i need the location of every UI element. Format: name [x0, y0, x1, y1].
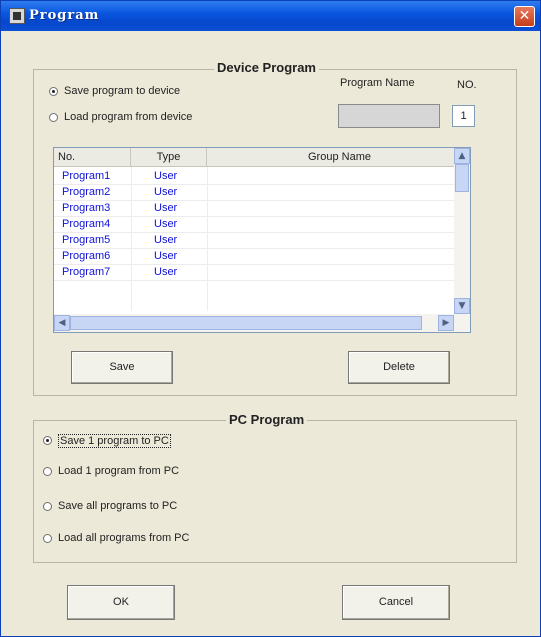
scroll-right-icon[interactable]: ▶: [438, 315, 454, 331]
program-dialog: Program ✕ Device Program Save program to…: [0, 0, 541, 637]
vertical-scroll-thumb[interactable]: [455, 164, 469, 192]
table-row-partial: ·: [54, 281, 460, 288]
row-type: User: [154, 170, 178, 182]
row-type: User: [154, 234, 178, 246]
row-partial-fragment: ·: [62, 281, 66, 287]
program-list-table[interactable]: No. Type Group Name Program1 User Progra…: [53, 147, 471, 333]
table-row[interactable]: Program7 User: [54, 265, 460, 280]
save-all-to-pc-label[interactable]: Save all programs to PC: [58, 500, 177, 512]
row-type: User: [154, 202, 178, 214]
row-no: Program7: [62, 266, 111, 278]
row-type: User: [154, 250, 178, 262]
load-1-from-pc-radio[interactable]: [43, 467, 52, 476]
load-all-from-pc-radio[interactable]: [43, 534, 52, 543]
vertical-scrollbar[interactable]: ▲ ▼: [454, 148, 470, 314]
row-no: Program1: [62, 170, 111, 182]
cancel-button[interactable]: Cancel: [342, 585, 450, 620]
column-header-type[interactable]: Type: [131, 148, 207, 167]
table-row[interactable]: Program4 User: [54, 217, 460, 232]
row-type: User: [154, 218, 178, 230]
table-row[interactable]: Program6 User: [54, 249, 460, 264]
close-button[interactable]: ✕: [514, 6, 535, 27]
no-label: NO.: [457, 79, 477, 91]
save-to-device-radio[interactable]: [49, 87, 58, 96]
scroll-down-icon[interactable]: ▼: [454, 298, 470, 314]
scroll-up-icon[interactable]: ▲: [454, 148, 470, 164]
scroll-left-icon[interactable]: ◀: [54, 315, 70, 331]
table-row[interactable]: Program2 User: [54, 185, 460, 200]
table-row[interactable]: Program5 User: [54, 233, 460, 248]
row-no: Program5: [62, 234, 111, 246]
row-no: Program4: [62, 218, 111, 230]
window-title: Program: [29, 8, 100, 23]
no-field[interactable]: 1: [452, 105, 475, 127]
program-name-field[interactable]: [338, 104, 440, 128]
save-1-to-pc-radio[interactable]: [43, 436, 52, 445]
row-type: User: [154, 186, 178, 198]
table-row[interactable]: Program3 User: [54, 201, 460, 216]
ok-button[interactable]: OK: [67, 585, 175, 620]
row-no: Program3: [62, 202, 111, 214]
app-icon: [9, 8, 25, 24]
save-to-device-label[interactable]: Save program to device: [64, 85, 180, 97]
load-from-device-radio[interactable]: [49, 113, 58, 122]
table-row[interactable]: Program1 User: [54, 169, 460, 184]
device-program-title: Device Program: [214, 60, 319, 75]
horizontal-scrollbar[interactable]: ◀ ▶: [54, 314, 470, 332]
load-1-from-pc-label[interactable]: Load 1 program from PC: [58, 465, 179, 477]
row-no: Program6: [62, 250, 111, 262]
column-header-group-name[interactable]: Group Name: [207, 148, 470, 167]
title-bar[interactable]: Program ✕: [1, 1, 540, 31]
save-button[interactable]: Save: [71, 351, 173, 384]
load-from-device-label[interactable]: Load program from device: [64, 111, 192, 123]
column-header-no[interactable]: No.: [54, 148, 131, 167]
delete-button[interactable]: Delete: [348, 351, 450, 384]
horizontal-scroll-thumb[interactable]: [70, 316, 422, 330]
row-no: Program2: [62, 186, 111, 198]
load-all-from-pc-label[interactable]: Load all programs from PC: [58, 532, 189, 544]
save-all-to-pc-radio[interactable]: [43, 502, 52, 511]
row-type: User: [154, 266, 178, 278]
pc-program-title: PC Program: [226, 412, 308, 427]
program-name-label: Program Name: [340, 77, 415, 89]
save-1-to-pc-label[interactable]: Save 1 program to PC: [58, 434, 171, 448]
